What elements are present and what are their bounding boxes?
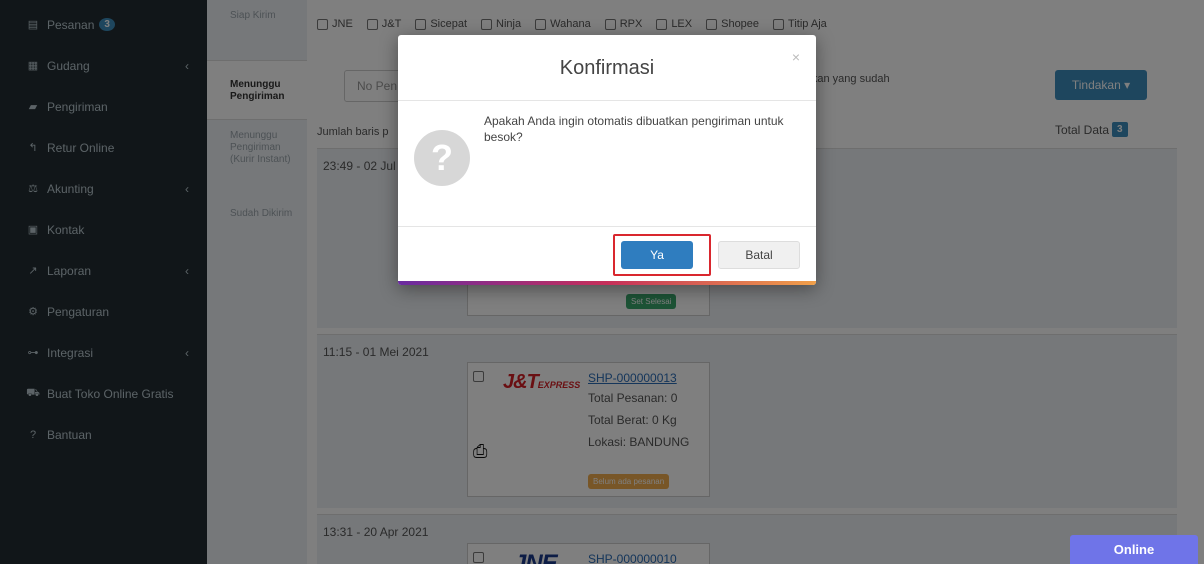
- online-chat-button[interactable]: Online: [1070, 535, 1198, 564]
- cancel-button[interactable]: Batal: [718, 241, 800, 269]
- dialog-footer: Ya Batal: [398, 226, 816, 285]
- decorative-strip: [398, 281, 816, 285]
- confirm-yes-button[interactable]: Ya: [621, 241, 693, 269]
- confirm-dialog: Konfirmasi × ? Apakah Anda ingin otomati…: [398, 35, 816, 285]
- close-icon[interactable]: ×: [792, 49, 800, 65]
- dialog-title: Konfirmasi: [398, 35, 816, 101]
- dialog-message: Apakah Anda ingin otomatis dibuatkan pen…: [484, 114, 784, 144]
- question-icon: ?: [414, 130, 470, 186]
